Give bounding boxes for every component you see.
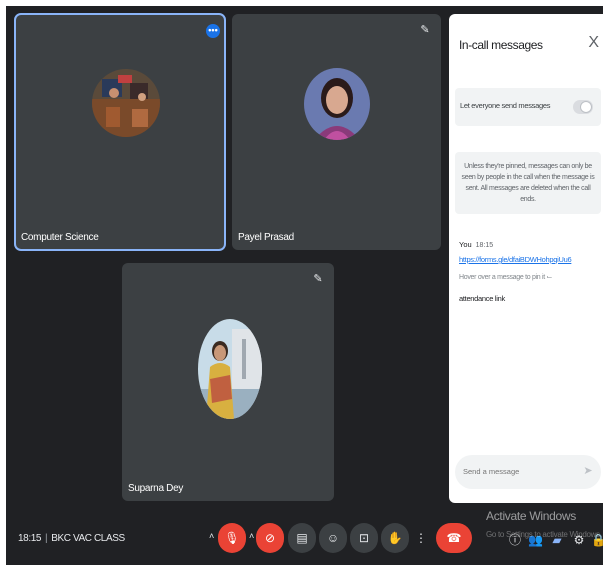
toggle-knob [580,101,592,113]
chevron-up-icon[interactable]: ˄ [249,531,254,541]
message-sender: You [459,240,472,249]
meeting-time: 18:15 [18,533,42,544]
avatar [92,69,160,137]
captions-button[interactable]: ▤ [288,523,316,553]
avatar-image [304,68,370,140]
microphone-button[interactable]: 🎙 [218,523,246,553]
panel-title: In-call messages [459,38,543,52]
participant-tile-payel-prasad[interactable]: ✎ Payel Prasad [232,14,441,250]
send-messages-toggle[interactable] [573,100,593,114]
pin-hint: Hover over a message to pin it ⌙ [459,274,553,281]
participant-tile-suparna-dey[interactable]: ✎ Suparna Dey [122,263,334,501]
avatar-image [92,69,160,137]
participant-name: Suparna Dey [128,483,184,494]
send-icon[interactable]: ➤ [581,464,595,478]
raise-hand-button[interactable]: ✋ [381,523,409,553]
participant-name: Payel Prasad [238,232,294,243]
message-link[interactable]: https://forms.gle/dfaiBDWHohpqiUu6 [459,255,572,264]
activate-windows-subtitle: Go to Settings to activate Windows. [486,530,602,539]
mic-off-icon: ✎ [420,24,430,36]
end-call-button[interactable]: ☎ [436,523,472,553]
info-notice: Unless they're pinned, messages can only… [455,152,601,214]
meet-stage: ••• Computer Science ✎ Payel Prasad ✎ Su… [6,6,603,565]
camera-off-icon: ⊘ [264,531,276,545]
present-button[interactable]: ⊡ [350,523,378,553]
message-composer: ➤ [455,455,601,489]
avatar-image [198,319,262,419]
activate-windows-title: Activate Windows [486,509,576,523]
emoji-icon: ☺ [326,531,340,545]
reactions-button[interactable]: ☺ [319,523,347,553]
mic-off-icon: 🎙 [224,531,240,545]
message-header: You 18:15 [459,240,493,249]
toggle-label: Let everyone send messages [460,101,551,110]
avatar [198,319,262,419]
close-icon[interactable]: X [588,34,599,52]
more-vert-icon: ⋮ [415,531,427,545]
captions-icon: ▤ [296,531,308,545]
mic-off-icon: ✎ [313,273,323,285]
more-options-icon[interactable]: ••• [206,24,220,38]
message-text: attendance link [459,294,505,303]
end-call-icon: ☎ [446,531,462,545]
separator: | [45,533,48,544]
participant-tile-computer-science[interactable]: ••• Computer Science [14,13,226,251]
meeting-name: BKC VAC CLASS [51,533,125,544]
avatar [304,68,370,140]
participant-name: Computer Science [21,232,99,243]
send-messages-setting: Let everyone send messages [455,88,601,126]
chevron-up-icon[interactable]: ˄ [209,531,214,541]
in-call-messages-panel: In-call messages X Let everyone send mes… [449,14,603,503]
meeting-info: 18:15 | BKC VAC CLASS [18,533,125,544]
more-options-button[interactable]: ⋮ [412,523,430,553]
camera-button[interactable]: ⊘ [256,523,284,553]
message-time: 18:15 [475,242,494,249]
message-input[interactable] [463,467,573,476]
present-icon: ⊡ [358,531,370,545]
hand-icon: ✋ [387,531,403,545]
